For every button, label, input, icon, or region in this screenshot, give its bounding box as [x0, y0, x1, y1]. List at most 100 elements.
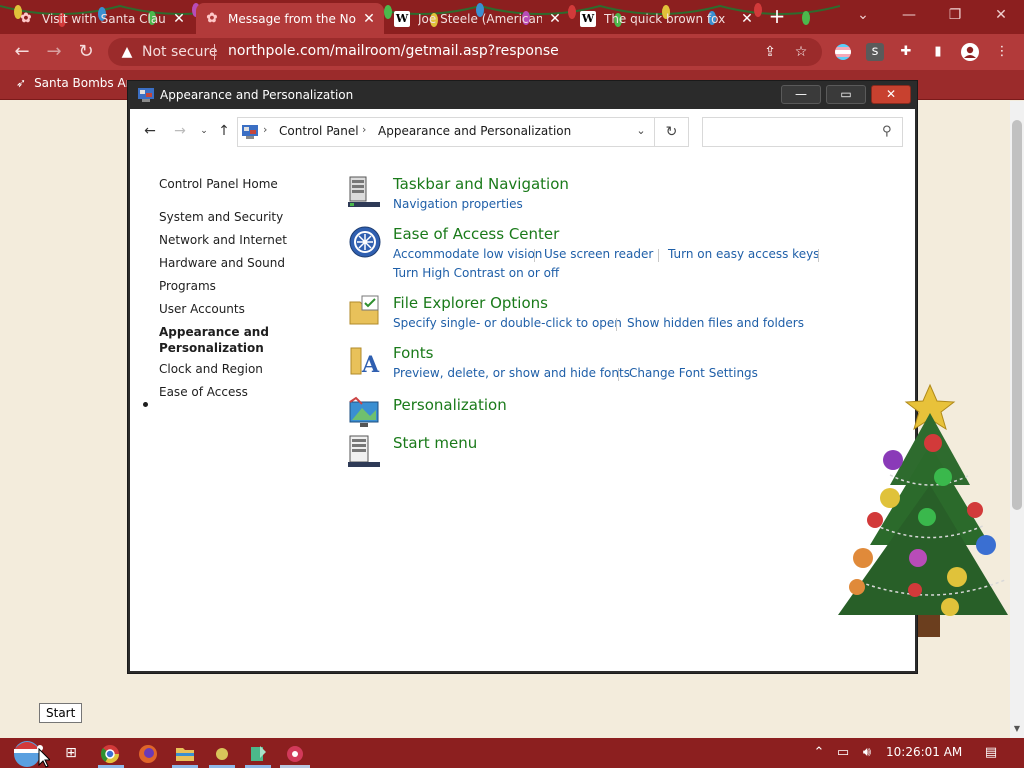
link-divider	[658, 249, 659, 262]
change-font-settings-link[interactable]: Change Font Settings	[629, 366, 758, 380]
browser-close-button[interactable]: ✕	[978, 0, 1024, 30]
single-double-click-link[interactable]: Specify single- or double-click to open	[393, 316, 622, 330]
turn-high-contrast-link[interactable]: Turn High Contrast on or off	[393, 266, 559, 280]
notifications-icon[interactable]: ▤	[982, 744, 1000, 762]
notepad-icon[interactable]	[248, 744, 268, 764]
svg-text:A: A	[361, 352, 380, 378]
refresh-icon[interactable]: ↻	[655, 117, 689, 147]
santa-favicon-icon: ✿	[206, 11, 218, 26]
navigation-properties-link[interactable]: Navigation properties	[393, 197, 523, 211]
forward-arrow-icon[interactable]: →	[42, 40, 66, 64]
nav-clock-and-region[interactable]: Clock and Region	[159, 361, 263, 377]
nav-network-and-internet[interactable]: Network and Internet	[159, 232, 287, 248]
wikipedia-favicon-icon: W	[394, 10, 410, 27]
start-menu-icon	[348, 435, 380, 467]
extensions-puzzle-icon[interactable]: ✚	[896, 42, 916, 62]
url-text[interactable]: northpole.com/mailroom/getmail.asp?respo…	[228, 43, 559, 59]
folder-options-icon	[349, 295, 379, 325]
personalization-link[interactable]: Personalization	[393, 396, 507, 414]
window-title: Appearance and Personalization	[160, 88, 354, 102]
tab-visit-with-santa[interactable]: ✿ Visit with Santa Claus ✕	[10, 3, 194, 34]
tab-close-icon[interactable]: ✕	[740, 11, 754, 27]
tab-close-icon[interactable]: ✕	[172, 11, 186, 27]
search-control-panel-input[interactable]: ⚲	[702, 117, 903, 147]
breadcrumb-control-panel[interactable]: Control Panel	[279, 124, 359, 138]
bookmark-santa-bombs[interactable]: ➶ Santa Bombs Ara	[16, 76, 138, 90]
new-tab-button[interactable]: +	[764, 5, 790, 29]
nav-system-and-security[interactable]: System and Security	[159, 209, 283, 225]
window-minimize-button[interactable]: —	[781, 85, 821, 104]
breadcrumb-appearance[interactable]: Appearance and Personalization	[378, 124, 571, 138]
firefox-icon[interactable]	[138, 744, 158, 764]
nav-control-panel-home[interactable]: Control Panel Home	[159, 176, 278, 192]
tab-message-from-north-pole[interactable]: ✿ Message from the North Pole ✕	[196, 3, 384, 34]
window-maximize-button[interactable]: ▭	[826, 85, 866, 104]
use-screen-reader-link[interactable]: Use screen reader	[544, 247, 653, 261]
trans-flag-extension-icon[interactable]	[834, 43, 852, 61]
tab-close-icon[interactable]: ✕	[362, 11, 376, 27]
mouse-cursor-icon	[38, 748, 50, 768]
bookmark-star-icon[interactable]: ☆	[791, 42, 811, 62]
cp-back-arrow-icon[interactable]: ←	[140, 121, 160, 141]
link-divider	[534, 249, 535, 262]
tab-joe-steele[interactable]: W Joe Steele (American ✕	[386, 3, 570, 34]
control-panel-icon	[138, 88, 154, 102]
volume-icon[interactable]: 🔊︎	[858, 744, 876, 762]
network-icon[interactable]: ▭	[834, 744, 852, 762]
browser-minimize-button[interactable]: —	[886, 0, 932, 30]
nav-appearance-and-personalization[interactable]: Appearance and Personalization	[159, 324, 269, 356]
back-arrow-icon[interactable]: ←	[10, 40, 34, 64]
extension-s-icon[interactable]: s	[866, 43, 884, 61]
reload-icon[interactable]: ↻	[74, 40, 98, 64]
link-divider	[616, 318, 617, 331]
start-tooltip: Start	[39, 703, 83, 723]
file-explorer-icon[interactable]	[175, 744, 195, 764]
breadcrumb-chevron-right-icon[interactable]: ›	[263, 123, 267, 136]
browser-menu-icon[interactable]: ⋮	[992, 42, 1012, 62]
search-icon[interactable]: ⚲	[882, 124, 896, 139]
side-panel-icon[interactable]: ▮	[928, 42, 948, 62]
tab-search-button[interactable]: ⌄	[840, 0, 886, 30]
file-explorer-options-link[interactable]: File Explorer Options	[393, 294, 548, 312]
nav-hardware-and-sound[interactable]: Hardware and Sound	[159, 255, 285, 271]
task-view-icon[interactable]: ⊞	[60, 742, 82, 764]
tab-close-icon[interactable]: ✕	[548, 11, 562, 27]
omnibox-separator	[214, 44, 215, 60]
nav-programs[interactable]: Programs	[159, 278, 216, 294]
christmas-tree-image	[838, 383, 1008, 637]
nav-ease-of-access[interactable]: Ease of Access	[159, 384, 248, 400]
profile-avatar-icon[interactable]	[960, 42, 980, 62]
address-dropdown-chevron-down-icon[interactable]: ⌄	[632, 124, 650, 137]
cp-forward-arrow-icon[interactable]: →	[170, 121, 190, 141]
control-panel-title-bar[interactable]: Appearance and Personalization — ▭ ✕	[128, 81, 917, 109]
not-secure-label[interactable]: Not secure	[142, 44, 218, 60]
current-section-bullet	[143, 402, 148, 407]
start-menu-link[interactable]: Start menu	[393, 434, 477, 452]
rocket-icon: ➶	[16, 76, 27, 90]
show-hidden-files-link[interactable]: Show hidden files and folders	[627, 316, 804, 330]
taskbar-and-navigation-link[interactable]: Taskbar and Navigation	[393, 175, 569, 193]
santa-app-icon[interactable]	[285, 744, 305, 764]
app-icon[interactable]	[212, 744, 232, 764]
preview-fonts-link[interactable]: Preview, delete, or show and hide fonts	[393, 366, 630, 380]
up-arrow-icon[interactable]: ↑	[214, 121, 234, 141]
link-divider	[818, 249, 819, 262]
breadcrumb[interactable]: › Control Panel › Appearance and Persona…	[237, 117, 655, 147]
scroll-down-arrow-icon[interactable]: ▼	[1010, 722, 1024, 736]
recent-locations-chevron-down-icon[interactable]: ⌄	[194, 121, 214, 141]
turn-on-easy-access-keys-link[interactable]: Turn on easy access keys	[668, 247, 819, 261]
taskbar-clock[interactable]: 10:26:01 AM	[886, 745, 962, 759]
tab-quick-brown-fox[interactable]: W The quick brown fox ✕	[572, 3, 762, 34]
accommodate-low-vision-link[interactable]: Accommodate low vision	[393, 247, 542, 261]
breadcrumb-chevron-right-icon[interactable]: ›	[362, 123, 366, 136]
ease-of-access-center-link[interactable]: Ease of Access Center	[393, 225, 559, 243]
link-divider	[618, 368, 619, 381]
browser-restore-button[interactable]: ❐	[932, 0, 978, 30]
share-icon[interactable]: ⇪	[760, 42, 780, 62]
fonts-link[interactable]: Fonts	[393, 344, 433, 362]
chrome-icon[interactable]	[100, 744, 120, 764]
warning-triangle-icon[interactable]: ▲	[118, 43, 136, 61]
window-close-button[interactable]: ✕	[871, 85, 911, 104]
show-hidden-icons-chevron-up-icon[interactable]: ⌃	[810, 744, 828, 762]
nav-user-accounts[interactable]: User Accounts	[159, 301, 245, 317]
